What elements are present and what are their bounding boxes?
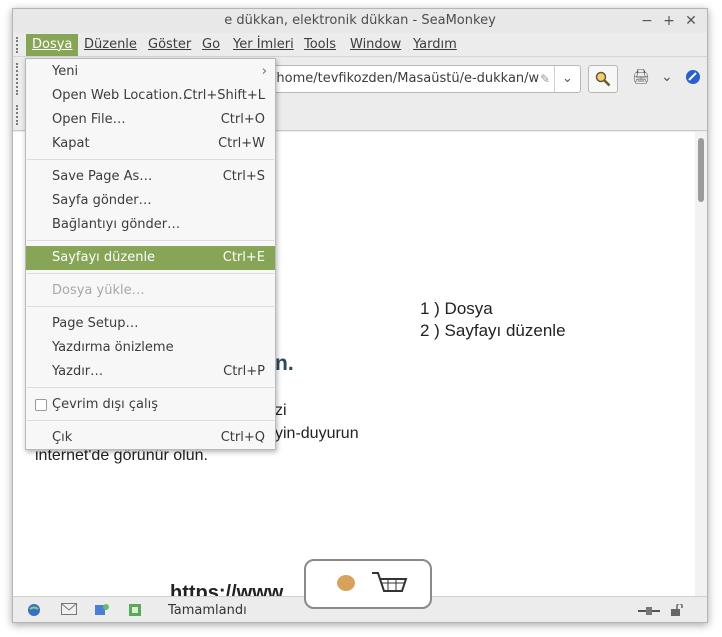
submenu-arrow-icon: › xyxy=(261,64,267,79)
url-dropdown-icon[interactable]: ⌄ xyxy=(554,66,580,92)
menuitem-label: Save Page As… xyxy=(52,169,153,184)
url-text: /home/tevfikozden/Masaüstü/e-dukkan/w xyxy=(272,71,540,86)
heading-fragment: n. xyxy=(275,352,294,375)
menuitem-shortcut: Ctrl+O xyxy=(220,112,265,127)
lock-icon xyxy=(670,602,684,620)
menuitem-shortcut: Ctrl+P xyxy=(223,364,265,379)
instruction-step-2: 2 ) Sayfayı düzenle xyxy=(420,321,566,340)
maximize-button[interactable]: + xyxy=(663,9,675,33)
menuitem-label: Yeni xyxy=(52,64,79,79)
menuitem-sayfayi-duzenle[interactable]: Sayfayı düzenle Ctrl+E xyxy=(26,246,275,270)
menuitem-label: Kapat xyxy=(52,136,90,151)
menuitem-label: Yazdırma önizleme xyxy=(52,340,174,355)
scrollbar-thumb[interactable] xyxy=(698,138,704,202)
menu-yer-imleri[interactable]: Yer İmleri xyxy=(227,34,300,56)
menu-separator xyxy=(27,420,274,421)
menu-go[interactable]: Go xyxy=(196,34,226,56)
window-controls: − + ✕ xyxy=(641,9,697,33)
menuitem-yeni[interactable]: Yeni › xyxy=(26,60,275,84)
text-fragment-1: zi xyxy=(275,402,287,419)
menuitem-page-setup[interactable]: Page Setup… xyxy=(26,312,275,336)
shop-logo-box xyxy=(304,559,432,609)
window-title: e dükkan, elektronik dükkan - SeaMonkey xyxy=(224,13,496,28)
menu-separator xyxy=(27,387,274,388)
menu-window[interactable]: Window xyxy=(344,34,407,56)
minimize-button[interactable]: − xyxy=(641,9,653,33)
menuitem-shortcut: Ctrl+Q xyxy=(220,430,265,445)
menuitem-shortcut: Ctrl+W xyxy=(218,136,265,151)
menu-dosya[interactable]: Dosya xyxy=(26,34,79,56)
search-button[interactable] xyxy=(588,65,618,93)
menuitem-label: Open File… xyxy=(52,112,126,127)
browser-window: e dükkan, elektronik dükkan - SeaMonkey … xyxy=(12,8,708,623)
link-fragment[interactable]: https://www xyxy=(170,582,283,596)
menuitem-shortcut: Ctrl+Shift+L xyxy=(183,88,265,103)
menuitem-label: Bağlantıyı gönder… xyxy=(52,217,181,232)
instruction-step-1: 1 ) Dosya xyxy=(420,299,493,318)
menu-separator xyxy=(27,273,274,274)
seamonkey-throbber-icon[interactable] xyxy=(685,69,701,89)
menu-tools[interactable]: Tools xyxy=(298,34,342,56)
menu-bar: Dosya Düzenle Göster Go Yer İmleri Tools… xyxy=(13,33,707,57)
tabstrip-grip[interactable] xyxy=(16,105,20,125)
dosya-menu-popup: Yeni › Open Web Location… Ctrl+Shift+L O… xyxy=(25,58,276,450)
shopping-cart-icon xyxy=(337,572,408,592)
menu-goster[interactable]: Göster xyxy=(142,34,197,56)
menuitem-shortcut: Ctrl+E xyxy=(222,250,265,265)
url-bar[interactable]: /home/tevfikozden/Masaüstü/e-dukkan/w ✎ … xyxy=(265,65,581,93)
menu-separator xyxy=(27,159,274,160)
bookmark-clip-icon[interactable]: ✎ xyxy=(540,66,550,92)
address-book-icon[interactable] xyxy=(128,603,144,621)
close-button[interactable]: ✕ xyxy=(685,9,697,33)
offline-checkbox[interactable] xyxy=(35,399,47,411)
menuitem-label: Dosya yükle… xyxy=(52,283,145,298)
menuitem-sayfa-gonder[interactable]: Sayfa gönder… xyxy=(26,189,275,213)
menu-duzenle[interactable]: Düzenle xyxy=(78,34,143,56)
menuitem-cevrim-disi-calis[interactable]: Çevrim dışı çalış xyxy=(26,393,275,417)
menubar-grip[interactable] xyxy=(16,37,20,53)
menuitem-label: Sayfayı düzenle xyxy=(52,250,156,265)
vertical-scrollbar[interactable] xyxy=(695,132,707,596)
menuitem-open-web-location[interactable]: Open Web Location… Ctrl+Shift+L xyxy=(26,84,275,108)
menu-separator xyxy=(27,240,274,241)
navbar-grip[interactable] xyxy=(16,63,20,95)
menuitem-yazdir[interactable]: Yazdır… Ctrl+P xyxy=(26,360,275,384)
chevron-down-icon[interactable]: ⌄ xyxy=(661,69,673,85)
menuitem-label: Çık xyxy=(52,430,73,445)
menuitem-save-page-as[interactable]: Save Page As… Ctrl+S xyxy=(26,165,275,189)
menuitem-shortcut: Ctrl+S xyxy=(222,169,265,184)
search-icon xyxy=(595,71,611,86)
text-fragment-2: yin-duyurun xyxy=(275,425,359,442)
menu-yardim[interactable]: Yardım xyxy=(407,34,463,56)
menuitem-label: Page Setup… xyxy=(52,316,139,331)
menuitem-label: Çevrim dışı çalış xyxy=(52,397,159,412)
menuitem-baglantiyi-gonder[interactable]: Bağlantıyı gönder… xyxy=(26,213,275,237)
menuitem-yazdirma-onizleme[interactable]: Yazdırma önizleme xyxy=(26,336,275,360)
menuitem-label: Yazdır… xyxy=(52,364,104,379)
menuitem-dosya-yukle: Dosya yükle… xyxy=(26,279,275,303)
menuitem-kapat[interactable]: Kapat Ctrl+W xyxy=(26,132,275,156)
mail-icon[interactable] xyxy=(61,603,77,619)
menu-separator xyxy=(27,306,274,307)
title-bar: e dükkan, elektronik dükkan - SeaMonkey … xyxy=(13,9,707,33)
status-text: Tamamlandı xyxy=(168,603,247,618)
print-icon[interactable]: 🖨 xyxy=(632,69,650,85)
composer-icon[interactable] xyxy=(94,603,110,621)
globe-icon[interactable] xyxy=(27,603,41,621)
online-status-icon[interactable] xyxy=(638,605,660,620)
menuitem-open-file[interactable]: Open File… Ctrl+O xyxy=(26,108,275,132)
menuitem-label: Open Web Location… xyxy=(52,88,192,103)
menuitem-cik[interactable]: Çık Ctrl+Q xyxy=(26,426,275,450)
menuitem-label: Sayfa gönder… xyxy=(52,193,152,208)
